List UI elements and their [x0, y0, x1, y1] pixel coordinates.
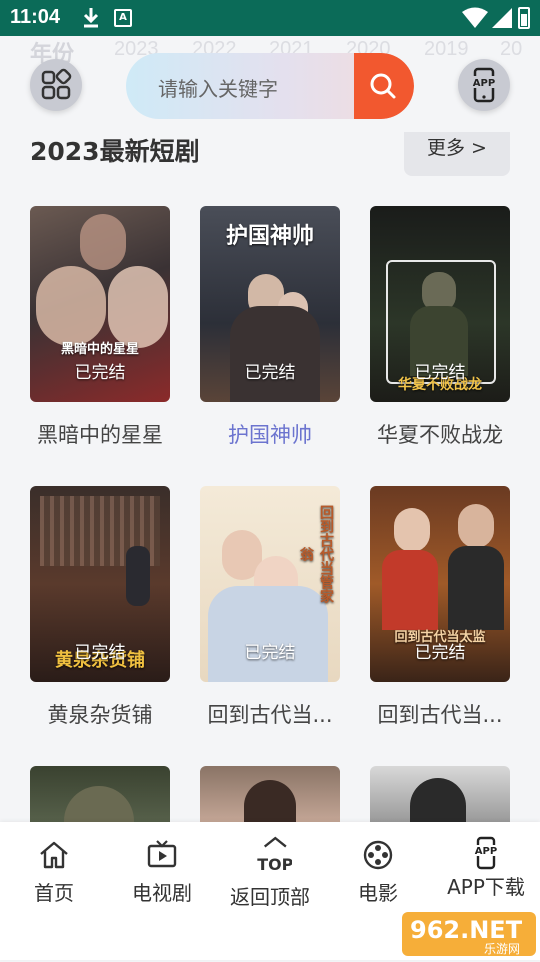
drama-poster[interactable]	[30, 766, 170, 822]
home-icon	[40, 841, 68, 869]
download-icon	[83, 8, 99, 28]
wifi-icon	[462, 7, 488, 28]
poster-title: 护国神帅	[225, 223, 314, 249]
poster-title: 黑暗中的星星	[60, 342, 139, 357]
search-icon	[370, 73, 396, 99]
status-badge: 已完结	[414, 363, 466, 383]
signal-icon	[492, 8, 512, 28]
status-badge: 已完结	[244, 363, 296, 383]
nav-label: APP下载	[447, 875, 525, 899]
app-button-label: APP	[473, 78, 495, 89]
drama-card[interactable]	[200, 766, 340, 822]
status-badge: 已完结	[244, 643, 296, 663]
drama-title[interactable]: 回到古代当...	[364, 699, 516, 729]
app-download-button[interactable]: APP	[458, 59, 510, 111]
drama-card[interactable]: 护国神帅 已完结 护国神帅	[200, 206, 340, 447]
status-badge: 已完结	[74, 363, 126, 383]
battery-icon	[518, 7, 530, 29]
poster-title: 回到古代当管家翁	[298, 505, 334, 603]
more-button[interactable]: 更多 >	[404, 132, 510, 176]
nav-label: 首页	[34, 881, 74, 905]
drama-card[interactable]	[30, 766, 170, 822]
drama-card[interactable]: 回到古代当管家翁 已完结 回到古代当...	[200, 486, 340, 727]
drama-poster[interactable]: 黑暗中的星星 已完结	[30, 206, 170, 402]
tv-icon	[147, 840, 177, 868]
drama-card[interactable]	[370, 766, 510, 822]
nav-label: 电影	[358, 881, 398, 905]
drama-poster[interactable]: 回到古代当管家翁 已完结	[200, 486, 340, 682]
year-option[interactable]: 20	[500, 38, 522, 61]
search-button[interactable]	[354, 53, 414, 119]
drama-poster[interactable]: 黄泉杂货铺 已完结	[30, 486, 170, 682]
section-title: 2023最新短剧	[30, 137, 200, 166]
app-download-icon: APP	[471, 836, 501, 870]
drama-poster[interactable]: 护国神帅 已完结	[200, 206, 340, 402]
app-phone-icon: APP	[469, 67, 499, 103]
drama-poster[interactable]: 回到古代当太监 已完结	[370, 486, 510, 682]
status-time: 11:04	[10, 6, 61, 28]
film-reel-icon	[363, 840, 393, 870]
drama-title[interactable]: 黄泉杂货铺	[24, 699, 176, 729]
watermark-logo: 962.NET 乐游网	[402, 908, 538, 958]
search-input[interactable]: 请输入关键字	[158, 73, 278, 102]
nav-label: 返回顶部	[230, 885, 310, 909]
drama-title[interactable]: 回到古代当...	[194, 699, 346, 729]
search-bar[interactable]: 请输入关键字	[126, 53, 414, 119]
app-download-icon-text: APP	[475, 846, 497, 857]
drama-card[interactable]: 黑暗中的星星 已完结 黑暗中的星星	[30, 206, 170, 447]
grid-icon	[41, 68, 72, 100]
drama-title[interactable]: 护国神帅	[194, 419, 346, 449]
drama-card[interactable]: 华夏不败战龙 已完结 华夏不败战龙	[370, 206, 510, 447]
watermark-text: 962.NET	[410, 916, 523, 944]
status-badge: 已完结	[414, 643, 466, 663]
drama-poster[interactable]	[370, 766, 510, 822]
top-icon: TOP	[257, 836, 292, 872]
drama-title[interactable]: 华夏不败战龙	[364, 419, 516, 449]
drama-poster[interactable]: 华夏不败战龙 已完结	[370, 206, 510, 402]
drama-card[interactable]: 黄泉杂货铺 已完结 黄泉杂货铺	[30, 486, 170, 727]
nav-label: 电视剧	[132, 881, 192, 905]
drama-title[interactable]: 黑暗中的星星	[24, 419, 176, 449]
drama-poster[interactable]	[200, 766, 340, 822]
category-grid-button[interactable]	[30, 59, 82, 111]
top-icon-text: TOP	[257, 855, 292, 872]
apk-icon: A	[114, 9, 132, 27]
status-bar: 11:04 A	[0, 0, 540, 36]
drama-card[interactable]: 回到古代当太监 已完结 回到古代当...	[370, 486, 510, 727]
status-badge: 已完结	[74, 643, 126, 663]
year-option[interactable]: 2019	[424, 38, 469, 61]
watermark-subtext: 乐游网	[484, 942, 520, 956]
